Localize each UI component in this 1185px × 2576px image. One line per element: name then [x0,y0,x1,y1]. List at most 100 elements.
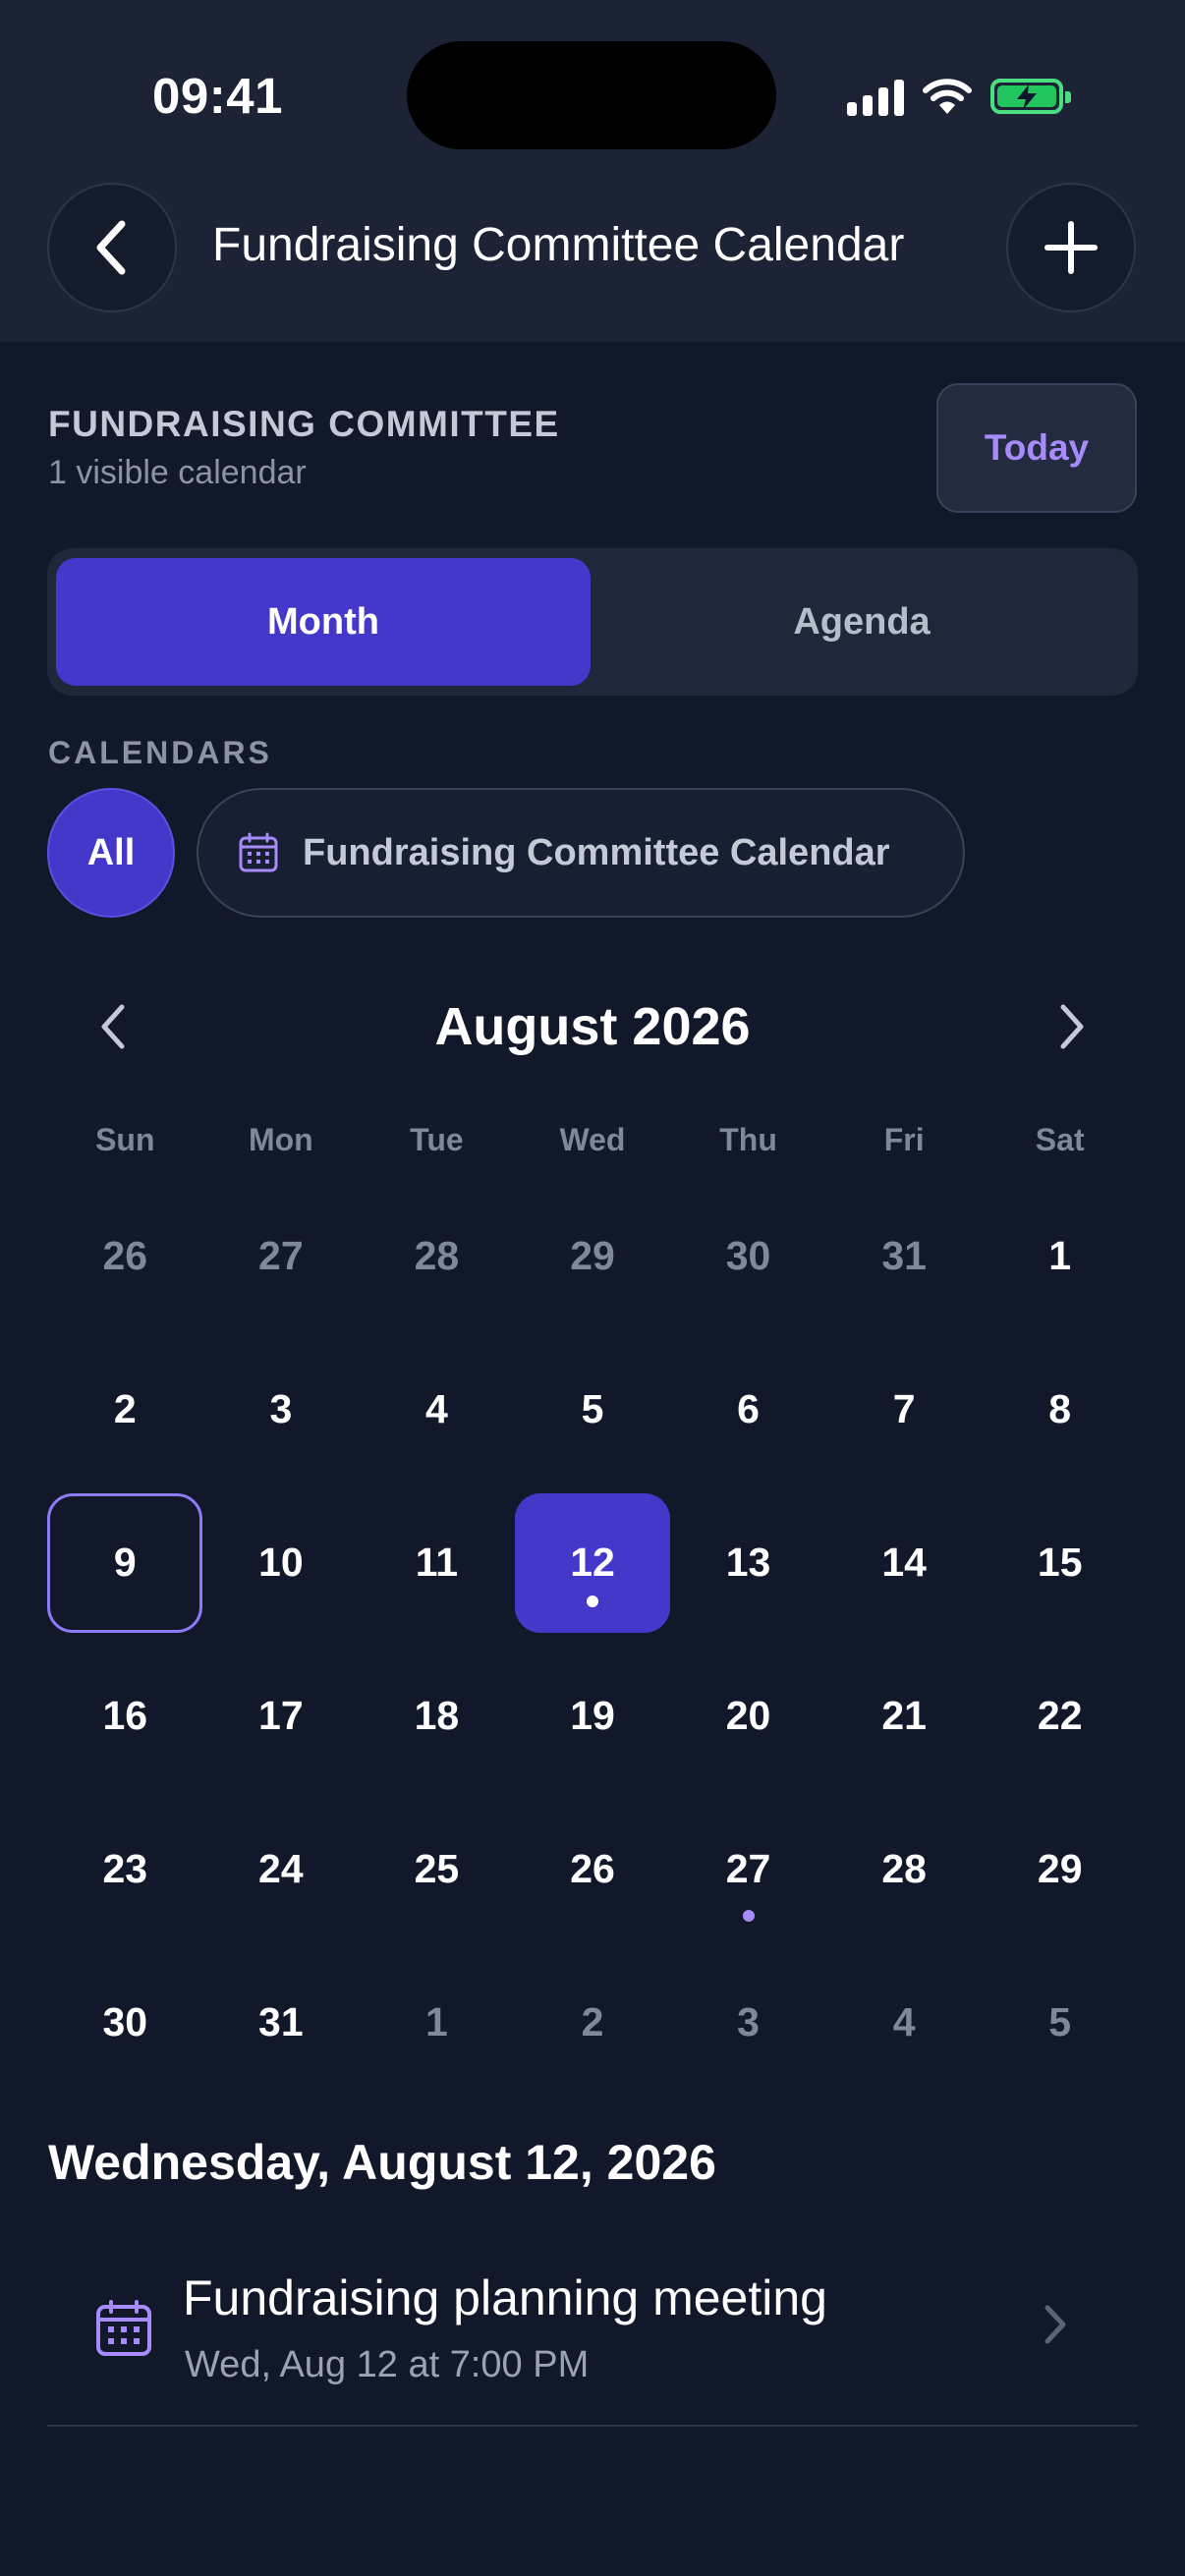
day-cell[interactable]: 29 [515,1179,671,1332]
day-number: 19 [570,1692,615,1738]
day-number: 27 [258,1232,304,1278]
day-cell[interactable]: 29 [982,1792,1138,1945]
day-number: 31 [881,1232,927,1278]
day-number: 27 [725,1845,771,1891]
previous-month-button[interactable] [79,992,147,1061]
day-number: 20 [725,1692,771,1738]
day-cell[interactable]: 6 [670,1332,826,1485]
tab-agenda[interactable]: Agenda [594,558,1129,686]
day-cell[interactable]: 23 [47,1792,203,1945]
top-bar: 09:41 Fundraising Committee Calendar [0,0,1185,342]
day-cell[interactable]: 2 [515,1945,671,2099]
day-number: 16 [102,1692,148,1738]
day-number: 10 [258,1539,304,1585]
day-cell[interactable]: 4 [826,1945,983,2099]
day-cell[interactable]: 15 [982,1485,1138,1639]
day-cell[interactable]: 7 [826,1332,983,1485]
tab-month[interactable]: Month [56,558,591,686]
day-cell[interactable]: 13 [670,1485,826,1639]
day-number: 2 [581,1998,604,2044]
back-button[interactable] [47,183,177,312]
day-cell[interactable]: 3 [670,1945,826,2099]
day-number: 14 [881,1539,927,1585]
day-number: 13 [725,1539,771,1585]
day-number: 3 [269,1385,293,1431]
dynamic-island [407,41,776,149]
event-title: Fundraising planning meeting [183,2270,827,2325]
day-cell[interactable]: 30 [670,1179,826,1332]
weekday-header: Sun Mon Tue Wed Thu Fri Sat [47,1110,1138,1169]
event-indicator-dot [586,1596,598,1607]
day-cell[interactable]: 3 [203,1332,360,1485]
weekday-label: Tue [410,1122,464,1157]
committee-name: FUNDRAISING COMMITTEE [48,404,560,444]
weekday-label: Sat [1035,1122,1085,1157]
day-number: 30 [102,1998,148,2044]
day-cell-today[interactable]: 9 [47,1485,203,1639]
day-cell[interactable]: 31 [826,1179,983,1332]
day-cell[interactable]: 14 [826,1485,983,1639]
day-number: 26 [102,1232,148,1278]
day-cell[interactable]: 8 [982,1332,1138,1485]
weekday-label: Fri [883,1122,925,1157]
chevron-left-icon [96,220,126,275]
day-number: 17 [258,1692,304,1738]
month-title: August 2026 [434,997,751,1056]
day-cell[interactable]: 11 [359,1485,515,1639]
day-cell[interactable]: 5 [515,1332,671,1485]
event-row[interactable]: Fundraising planning meeting Wed, Aug 12… [47,2242,1138,2427]
chevron-right-icon [1044,2305,1066,2344]
day-number: 22 [1037,1692,1083,1738]
view-toggle: Month Agenda [47,548,1138,696]
today-button[interactable]: Today [936,383,1137,513]
weekday-label: Mon [248,1122,313,1157]
chevron-right-icon [1060,1004,1084,1049]
plus-icon [1044,221,1098,274]
day-cell[interactable]: 31 [203,1945,360,2099]
day-number: 12 [570,1539,615,1585]
day-cell[interactable]: 17 [203,1639,360,1792]
day-cell[interactable]: 21 [826,1639,983,1792]
day-number: 31 [258,1998,304,2044]
day-number: 7 [892,1385,916,1431]
day-number: 2 [113,1385,137,1431]
day-cell[interactable]: 19 [515,1639,671,1792]
day-cell[interactable]: 2 [47,1332,203,1485]
calendar-filter-fundraising[interactable]: Fundraising Committee Calendar [197,788,965,918]
event-indicator-dot [742,1910,755,1922]
wifi-icon [923,79,972,114]
day-cell[interactable]: 28 [359,1179,515,1332]
status-icons [847,71,1071,122]
day-number: 11 [415,1539,459,1585]
chevron-left-icon [101,1004,125,1049]
day-cell[interactable]: 4 [359,1332,515,1485]
day-number: 21 [881,1692,927,1738]
day-number: 26 [570,1845,615,1891]
day-number: 29 [570,1232,615,1278]
calendar-filter-all[interactable]: All [47,788,175,918]
day-cell[interactable]: 24 [203,1792,360,1945]
add-event-button[interactable] [1006,183,1136,312]
calendar-icon [96,2300,151,2356]
day-cell[interactable]: 20 [670,1639,826,1792]
day-cell[interactable]: 27 [670,1792,826,1945]
day-number: 15 [1037,1539,1083,1585]
day-cell[interactable]: 1 [982,1179,1138,1332]
day-cell[interactable]: 5 [982,1945,1138,2099]
day-cell[interactable]: 28 [826,1792,983,1945]
day-cell[interactable]: 18 [359,1639,515,1792]
day-cell-selected[interactable]: 12 [514,1485,671,1639]
weekday-label: Thu [719,1122,777,1157]
day-cell[interactable]: 22 [982,1639,1138,1792]
day-cell[interactable]: 1 [359,1945,515,2099]
day-cell[interactable]: 10 [203,1485,360,1639]
day-number: 5 [1048,1998,1072,2044]
day-cell[interactable]: 26 [47,1179,203,1332]
day-cell[interactable]: 27 [203,1179,360,1332]
day-cells: 26 27 28 29 30 31 1 2 3 4 5 6 7 8 9 10 11 12 13 14 15 16 17 18 1… [47,1179,1138,2099]
day-cell[interactable]: 16 [47,1639,203,1792]
next-month-button[interactable] [1038,992,1106,1061]
day-cell[interactable]: 30 [47,1945,203,2099]
day-cell[interactable]: 25 [359,1792,515,1945]
day-cell[interactable]: 26 [515,1792,671,1945]
